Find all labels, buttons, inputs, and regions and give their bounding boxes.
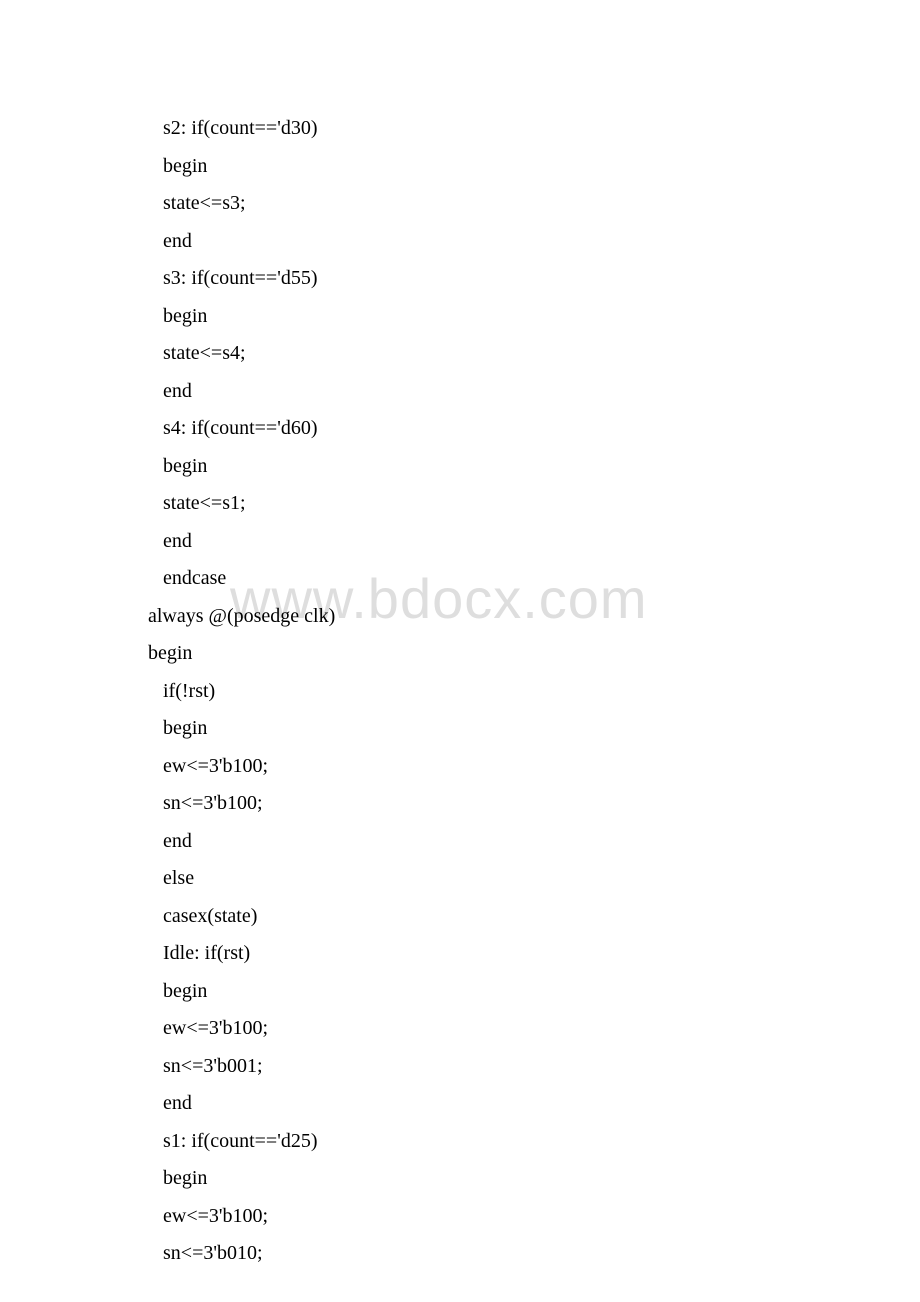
code-line: ew<=3'b100; (138, 748, 920, 786)
code-line: ew<=3'b100; (138, 1010, 920, 1048)
code-line: if(!rst) (138, 673, 920, 711)
code-line: state<=s3; (138, 185, 920, 223)
code-line: end (138, 373, 920, 411)
code-line: Idle: if(rst) (138, 935, 920, 973)
code-line: state<=s1; (138, 485, 920, 523)
code-line: begin (138, 298, 920, 336)
code-line: s3: if(count=='d55) (138, 260, 920, 298)
code-line: end (138, 523, 920, 561)
code-line: sn<=3'b100; (138, 785, 920, 823)
code-line: begin (138, 1160, 920, 1198)
code-line: always @(posedge clk) (138, 598, 920, 636)
code-line: endcase (138, 560, 920, 598)
code-line: s2: if(count=='d30) (138, 110, 920, 148)
code-line: begin (138, 635, 920, 673)
code-line: state<=s4; (138, 335, 920, 373)
code-line: end (138, 1085, 920, 1123)
code-line: casex(state) (138, 898, 920, 936)
code-line: begin (138, 448, 920, 486)
code-line: s4: if(count=='d60) (138, 410, 920, 448)
code-line: s1: if(count=='d25) (138, 1123, 920, 1161)
code-line: begin (138, 148, 920, 186)
code-content: s2: if(count=='d30) begin state<=s3; end… (138, 110, 920, 1273)
code-line: sn<=3'b001; (138, 1048, 920, 1086)
code-line: end (138, 223, 920, 261)
code-line: sn<=3'b010; (138, 1235, 920, 1273)
code-line: ew<=3'b100; (138, 1198, 920, 1236)
code-line: else (138, 860, 920, 898)
code-line: begin (138, 973, 920, 1011)
code-line: end (138, 823, 920, 861)
code-line: begin (138, 710, 920, 748)
